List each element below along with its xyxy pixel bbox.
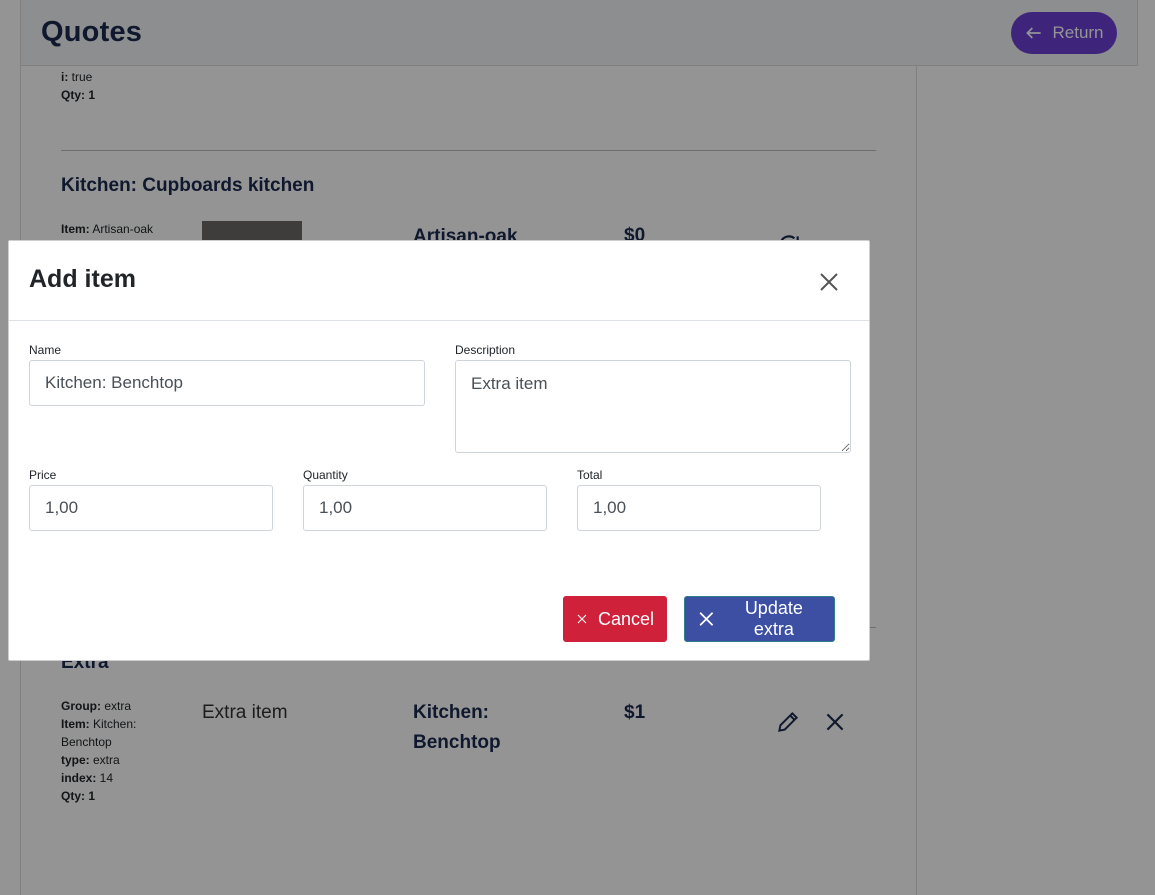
cancel-button[interactable]: Cancel	[563, 596, 667, 642]
total-input[interactable]	[577, 485, 821, 531]
price-label: Price	[29, 468, 57, 482]
quantity-input[interactable]	[303, 485, 547, 531]
total-label: Total	[577, 468, 603, 482]
cancel-button-label: Cancel	[597, 608, 654, 629]
close-icon	[577, 614, 587, 624]
modal-title: Add item	[29, 265, 136, 293]
update-extra-button-label: Update extra	[744, 598, 803, 639]
modal-close-button[interactable]	[817, 270, 841, 294]
name-input[interactable]	[29, 360, 425, 406]
description-label: Description	[455, 343, 516, 357]
add-item-modal: Add item Name Description Extra item Pri…	[8, 240, 870, 661]
update-extra-button[interactable]: Update extra	[684, 596, 835, 642]
quantity-label: Quantity	[303, 468, 348, 482]
close-icon	[820, 273, 838, 291]
modal-header: Add item	[9, 241, 869, 321]
name-label: Name	[29, 343, 62, 357]
price-input[interactable]	[29, 485, 273, 531]
close-icon	[699, 612, 714, 626]
description-textarea[interactable]: Extra item	[455, 360, 851, 453]
